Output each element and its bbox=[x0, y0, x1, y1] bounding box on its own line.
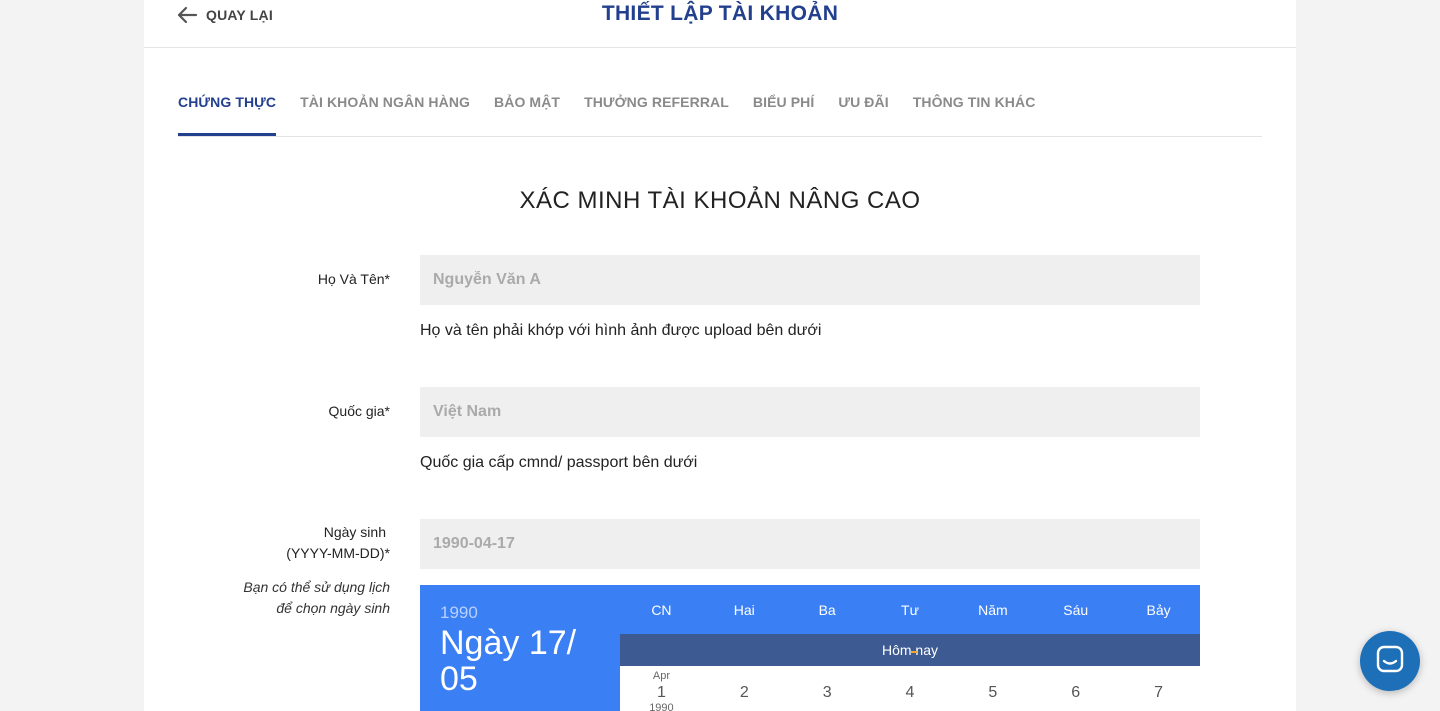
country-input[interactable] bbox=[420, 387, 1200, 437]
tab-fees[interactable]: BIỂU PHÍ bbox=[753, 80, 814, 136]
weekday-label: Tư bbox=[901, 602, 919, 618]
day-number: 5 bbox=[988, 684, 998, 701]
calendar-day[interactable]: 2 bbox=[703, 666, 786, 711]
day-number: 4 bbox=[905, 684, 915, 701]
full-name-input[interactable] bbox=[420, 255, 1200, 305]
calendar-day[interactable]: Apr 1 1990 bbox=[620, 666, 703, 711]
birthday-label: Ngày sinh bbox=[323, 524, 386, 540]
weekday-label: Năm bbox=[978, 602, 1008, 618]
chat-widget-button[interactable] bbox=[1360, 631, 1420, 691]
today-button[interactable]: Hôm nay bbox=[620, 634, 1200, 666]
calendar-day[interactable]: 6 bbox=[1034, 666, 1117, 711]
selected-year[interactable]: 1990 bbox=[440, 603, 478, 623]
date-picker-summary: 1990 Ngày 17/ 05 bbox=[420, 585, 620, 711]
tab-authentication[interactable]: CHỨNG THỰC bbox=[178, 80, 277, 136]
day-number: 2 bbox=[739, 684, 749, 701]
calendar-day[interactable]: 4 bbox=[869, 666, 952, 711]
calendar-week-row: Apr 1 1990 2 3 4 5 6 7 bbox=[620, 666, 1200, 711]
page-title: THIẾT LẬP TÀI KHOẢN bbox=[601, 2, 839, 25]
tab-offers[interactable]: ƯU ĐÃI bbox=[838, 80, 888, 136]
tab-bank-account[interactable]: TÀI KHOẢN NGÂN HÀNG bbox=[300, 80, 470, 136]
chat-bubble-icon bbox=[1375, 644, 1405, 679]
full-name-label: Họ Và Tên* bbox=[317, 271, 390, 287]
birthday-format-label: (YYYY-MM-DD)* bbox=[286, 545, 390, 561]
birthday-input[interactable] bbox=[420, 519, 1200, 569]
tab-referral[interactable]: THƯỞNG REFERRAL bbox=[584, 80, 729, 136]
calendar-day[interactable]: 5 bbox=[951, 666, 1034, 711]
country-label: Quốc gia* bbox=[328, 403, 390, 419]
tab-other-info[interactable]: THÔNG TIN KHÁC bbox=[913, 80, 1036, 136]
section-title: XÁC MINH TÀI KHOẢN NÂNG CAO bbox=[519, 187, 921, 214]
weekday-label: Ba bbox=[818, 602, 836, 618]
tab-security[interactable]: BẢO MẬT bbox=[494, 80, 560, 136]
country-hint: Quốc gia cấp cmnd/ passport bên dưới bbox=[420, 454, 698, 471]
settings-panel: QUAY LẠI THIẾT LẬP TÀI KHOẢN CHỨNG THỰC … bbox=[144, 0, 1296, 711]
page-header: QUAY LẠI THIẾT LẬP TÀI KHOẢN bbox=[144, 0, 1296, 48]
today-marker bbox=[911, 651, 917, 653]
day-year: 1990 bbox=[649, 702, 674, 711]
today-label: Hôm nay bbox=[881, 642, 939, 658]
day-number: 7 bbox=[1154, 684, 1164, 701]
weekday-label: Hai bbox=[733, 602, 755, 618]
settings-tabs: CHỨNG THỰC TÀI KHOẢN NGÂN HÀNG BẢO MẬT T… bbox=[178, 80, 1262, 137]
weekday-label: Sáu bbox=[1063, 602, 1089, 618]
date-picker: 1990 Ngày 17/ 05 CN Hai Ba Tư Năm Sáu Bả… bbox=[420, 585, 1200, 711]
calendar-day[interactable]: 7 bbox=[1117, 666, 1200, 711]
day-number: 1 bbox=[656, 684, 666, 701]
selected-date: Ngày 17/ 05 bbox=[440, 624, 577, 698]
day-month: Apr bbox=[652, 670, 670, 682]
day-number: 6 bbox=[1071, 684, 1081, 701]
day-number: 3 bbox=[822, 684, 832, 701]
date-picker-grid: CN Hai Ba Tư Năm Sáu Bảy Hôm nay Apr 1 1… bbox=[620, 585, 1200, 711]
weekday-header: CN Hai Ba Tư Năm Sáu Bảy bbox=[620, 585, 1200, 634]
weekday-label: Bảy bbox=[1146, 602, 1171, 618]
full-name-hint: Họ và tên phải khớp với hình ảnh được up… bbox=[420, 322, 822, 339]
calendar-day[interactable]: 3 bbox=[786, 666, 869, 711]
weekday-label: CN bbox=[651, 602, 672, 618]
calendar-note: Bạn có thể sử dụng lịch để chọn ngày sin… bbox=[243, 579, 390, 616]
